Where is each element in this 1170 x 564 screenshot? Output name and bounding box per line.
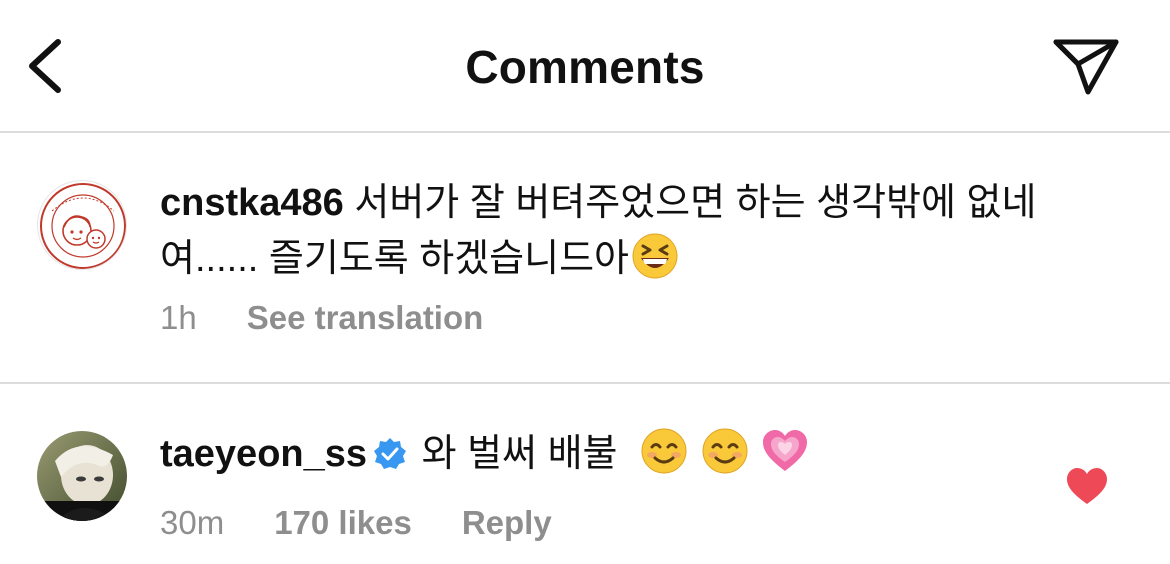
growing-heart-icon (763, 430, 808, 471)
profile-photo-icon (37, 431, 127, 521)
comment-username[interactable]: taeyeon_ss (160, 433, 367, 475)
like-button[interactable] (1065, 466, 1109, 506)
avatar[interactable] (37, 431, 127, 521)
comments-screen: Comments cnstka486 서버가 잘 버텨주었으면 하는 생각밖에 … (0, 0, 1170, 564)
comment-text: taeyeon_ss 와 벌써 배불 (160, 426, 1120, 482)
cartoon-avatar-icon (40, 183, 126, 269)
grinning-squinting-face-icon (632, 233, 678, 279)
verified-badge-icon (374, 438, 407, 469)
smiling-face-icon (641, 428, 687, 474)
heart-icon (1067, 468, 1107, 504)
see-translation-link[interactable]: See translation (247, 299, 484, 337)
avatar[interactable] (37, 180, 127, 270)
likes-count-link[interactable]: 170 likes (274, 504, 412, 542)
comment-meta: 1h See translation (160, 299, 533, 337)
comment-timestamp: 1h (160, 299, 197, 336)
comment-body-line1: 서버가 잘 버텨주었으면 하는 생각밖에 없네 (354, 182, 1037, 224)
comment-body: 와 벌써 배불 (421, 433, 618, 475)
comment-timestamp: 30m (160, 504, 225, 541)
header-bar: Comments (0, 0, 1170, 133)
comment-meta: 30m 170 likes Reply (160, 504, 602, 542)
smiling-face-icon (702, 428, 748, 474)
comment-body-line2: 여...... 즐기도록 하겠습니드아 (160, 238, 630, 280)
page-title: Comments (465, 41, 705, 93)
comment-text: cnstka486 서버가 잘 버텨주었으면 하는 생각밖에 없네 여.....… (160, 175, 1120, 287)
comment-item: cnstka486 서버가 잘 버텨주었으면 하는 생각밖에 없네 여.....… (0, 135, 1170, 384)
comment-item: taeyeon_ss 와 벌써 배불 30m 170 likes Reply (0, 386, 1170, 564)
paper-plane-icon (1053, 39, 1119, 95)
reply-link[interactable]: Reply (462, 504, 552, 542)
share-button[interactable] (1048, 34, 1124, 98)
comment-username[interactable]: cnstka486 (160, 182, 344, 224)
